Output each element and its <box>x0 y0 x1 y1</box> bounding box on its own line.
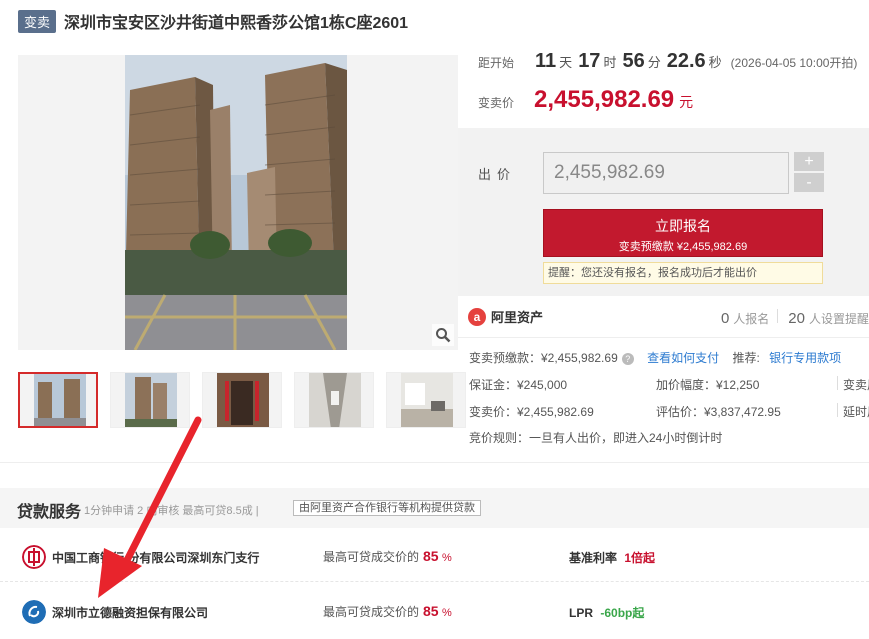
platform-row: a 阿里资产 0 人报名 20 人设置提醒 <box>458 300 869 338</box>
countdown-hours-unit: 时 <box>603 55 617 70</box>
how-to-pay-link[interactable]: 查看如何支付 <box>647 351 719 365</box>
loan-ratio-label: 最高可贷成交价的 <box>323 605 420 619</box>
signup-button[interactable]: 立即报名 变卖预缴款 ¥2,455,982.69 <box>543 209 823 257</box>
bank-name: 深圳市立德融资担保有限公司 <box>52 606 209 620</box>
main-photo <box>125 55 347 350</box>
section-divider <box>0 462 869 488</box>
margin: 保证金：¥245,000 <box>469 378 568 392</box>
countdown-days-unit: 天 <box>559 55 573 70</box>
decrease-bid-button[interactable]: - <box>794 173 824 192</box>
rate-label: 基准利率 <box>569 551 618 565</box>
price-label: 变卖价 <box>478 96 515 110</box>
signup-reminder: 提醒：您还没有报名，报名成功后才能出价 <box>543 262 823 284</box>
recommend-label: 推荐: <box>732 351 760 365</box>
lide-logo-icon <box>22 600 46 624</box>
rate-label: LPR <box>569 606 593 620</box>
platform-logo[interactable]: a 阿里资产 <box>468 307 543 326</box>
deposit-pre: 变卖预缴款：¥2,455,982.69 <box>469 351 618 365</box>
thumbnail-3[interactable] <box>202 372 282 428</box>
sale-period-label: 变卖周 <box>843 378 869 392</box>
details-divider <box>837 376 838 390</box>
loan-ratio-unit: % <box>441 607 452 619</box>
countdown-seconds: 22.6 <box>666 50 706 72</box>
loan-ratio-value: 85 <box>423 548 439 564</box>
extension-period-label: 延时周 <box>843 405 869 419</box>
loan-ratio-value: 85 <box>423 603 439 619</box>
increase-bid-button[interactable]: + <box>794 152 824 171</box>
current-price: 2,455,982.69 <box>534 86 675 113</box>
bidding-rule: 竞价规则：一旦有人出价，即进入24小时倒计时 <box>469 431 723 445</box>
deposit-pre-row: 变卖预缴款：¥2,455,982.69? 查看如何支付 推荐: 银行专用款项 <box>469 349 841 366</box>
thumbnail-5[interactable] <box>386 372 466 428</box>
interest-rate: 基准利率 1倍起 <box>569 549 655 566</box>
loan-title: 贷款服务 <box>17 504 82 521</box>
countdown-minutes-unit: 分 <box>647 55 661 70</box>
countdown: 距开始 11 天 17 时 56 分 22.6 秒 (2026-04-05 10… <box>478 50 857 73</box>
countdown-days: 11 <box>535 50 557 72</box>
loan-provider-button[interactable]: 由阿里资产合作银行等机构提供贷款 <box>293 500 481 516</box>
icbc-logo-icon <box>22 545 46 569</box>
loan-header: 贷款服务 1分钟申请 2 内审核 最高可贷8.5成 | 由阿里资产合作银行等机构… <box>0 488 869 528</box>
thumbnail-4[interactable] <box>294 372 374 428</box>
signup-count: 0 <box>720 310 730 327</box>
rate-value: -60bp起 <box>600 606 645 620</box>
platform-name: 阿里资产 <box>491 310 544 325</box>
price-unit: 元 <box>679 94 694 110</box>
sale-price: 变卖价：¥2,455,982.69 <box>469 405 594 419</box>
thumbnail-2[interactable] <box>110 372 190 428</box>
title-row: 变卖 深圳市宝安区沙井街道中熙香莎公馆1栋C座2601 <box>18 9 409 33</box>
increment: 加价幅度：¥12,250 <box>656 378 760 392</box>
details-divider <box>837 403 838 417</box>
signup-button-label: 立即报名 <box>655 218 711 234</box>
reminder-count-label: 人设置提醒 <box>808 312 869 326</box>
reminder-count: 20 <box>788 310 805 327</box>
bank-account-link[interactable]: 银行专用款项 <box>769 351 841 365</box>
bid-panel: 出价 2,455,982.69 + - 立即报名 变卖预缴款 ¥2,455,98… <box>458 128 869 296</box>
thumbnail-strip <box>18 372 466 428</box>
ali-asset-icon: a <box>468 307 486 326</box>
loan-bank-row[interactable]: 中国工商银行 份有限公司深圳东门支行 最高可贷成交价的 85 % 基准利率 1倍起 <box>0 530 869 582</box>
loan-ratio: 最高可贷成交价的 85 % <box>323 603 452 620</box>
platform-stats: 0 人报名 20 人设置提醒 <box>711 309 869 327</box>
help-icon[interactable]: ? <box>621 353 634 365</box>
appraisal-price: 评估价：¥3,837,472.95 <box>656 405 781 419</box>
thumbnail-1[interactable] <box>18 372 98 428</box>
loan-ratio-label: 最高可贷成交价的 <box>323 550 420 564</box>
bid-amount-input[interactable]: 2,455,982.69 <box>543 152 789 194</box>
loan-ratio: 最高可贷成交价的 85 % <box>323 548 452 565</box>
bank-name: 中国工商银行 份有限公司深圳东门支行 <box>52 551 260 565</box>
auction-start-time: (2026-04-05 10:00开拍) <box>730 56 858 70</box>
sale-type-badge: 变卖 <box>18 9 57 33</box>
signup-count-label: 人报名 <box>733 312 770 326</box>
loan-subtitle: 1分钟申请 2 内审核 最高可贷8.5成 | <box>84 505 259 517</box>
rate-value: 1倍起 <box>624 551 656 565</box>
signup-button-deposit: 变卖预缴款 ¥2,455,982.69 <box>618 241 748 253</box>
countdown-hours: 17 <box>578 50 601 72</box>
loan-ratio-unit: % <box>441 552 452 564</box>
price-row: 变卖价 2,455,982.69 元 <box>478 86 693 114</box>
countdown-minutes: 56 <box>622 50 645 72</box>
page-title: 深圳市宝安区沙井街道中熙香莎公馆1栋C座2601 <box>64 15 409 32</box>
countdown-label: 距开始 <box>478 56 515 70</box>
main-photo-viewer[interactable] <box>18 55 458 350</box>
auction-summary: 距开始 11 天 17 时 56 分 22.6 秒 (2026-04-05 10… <box>458 40 869 128</box>
bid-label: 出价 <box>478 167 517 182</box>
interest-rate: LPR -60bp起 <box>569 604 644 621</box>
zoom-icon[interactable] <box>432 324 454 346</box>
countdown-seconds-unit: 秒 <box>708 55 722 70</box>
loan-bank-row[interactable]: 深圳市立德融资担保有限公司 最高可贷成交价的 85 % LPR -60bp起 <box>0 585 869 637</box>
